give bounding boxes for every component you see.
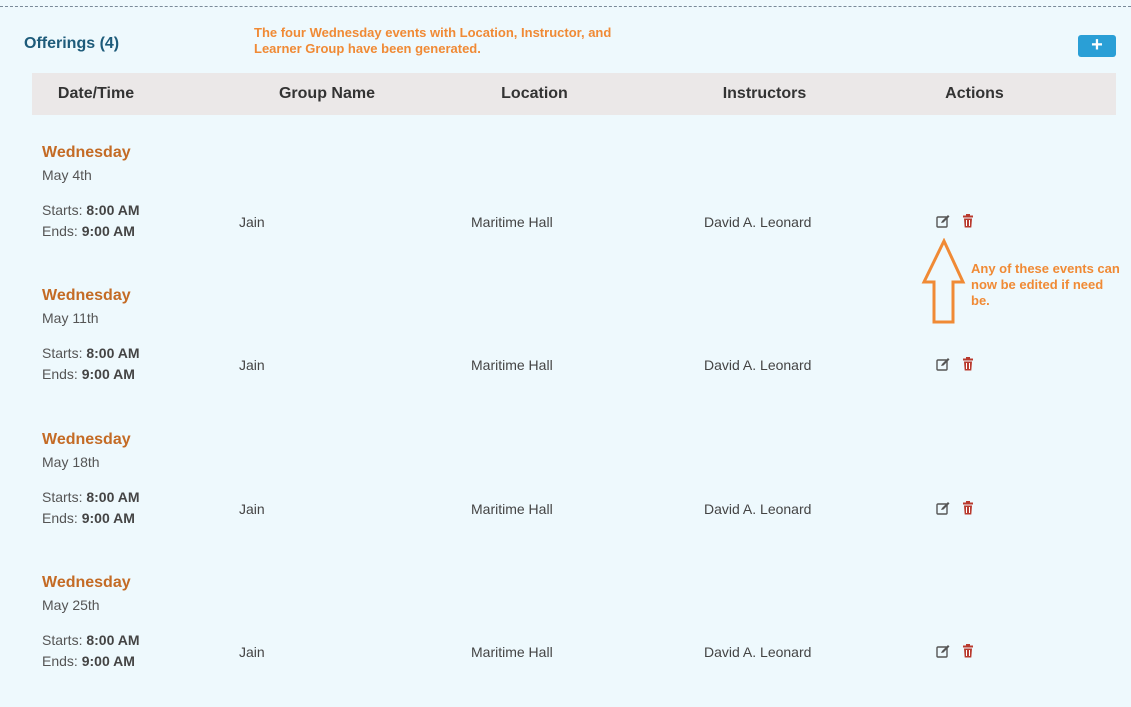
header-location: Location	[501, 85, 568, 102]
start-time: Starts: 8:00 AM	[42, 345, 140, 361]
group-name: Jain	[239, 644, 265, 660]
trash-icon[interactable]	[961, 357, 975, 371]
header-actions: Actions	[945, 85, 1004, 102]
end-time: Ends: 9:00 AM	[42, 653, 135, 669]
add-offering-button[interactable]: +	[1078, 35, 1116, 57]
header-datetime: Date/Time	[57, 85, 135, 102]
edit-icon[interactable]	[936, 357, 950, 371]
edit-icon[interactable]	[936, 214, 950, 228]
instructor: David A. Leonard	[704, 214, 812, 230]
table-header: Date/Time Group Name Location Instructor…	[32, 73, 1116, 115]
instructor: David A. Leonard	[704, 644, 812, 660]
location: Maritime Hall	[471, 644, 553, 660]
edit-icon[interactable]	[936, 501, 950, 515]
end-time: Ends: 9:00 AM	[42, 510, 135, 526]
trash-icon[interactable]	[961, 644, 975, 658]
end-time: Ends: 9:00 AM	[42, 223, 135, 239]
location: Maritime Hall	[471, 501, 553, 517]
start-time: Starts: 8:00 AM	[42, 202, 140, 218]
date-label: May 4th	[42, 167, 92, 183]
start-time: Starts: 8:00 AM	[42, 489, 140, 505]
date-label: May 18th	[42, 454, 100, 470]
location: Maritime Hall	[471, 214, 553, 230]
header-instructors: Instructors	[722, 85, 807, 102]
callout-note: Any of these events can now be edited if…	[971, 261, 1120, 308]
table-row: Wednesday May 18th Starts: 8:00 AM Ends:…	[32, 431, 1116, 551]
top-divider	[0, 6, 1131, 7]
section-title: Offerings (4)	[24, 35, 120, 52]
day-label: Wednesday	[42, 431, 131, 448]
table-row: Wednesday May 25th Starts: 8:00 AM Ends:…	[32, 574, 1116, 694]
group-name: Jain	[239, 501, 265, 517]
day-label: Wednesday	[42, 144, 131, 161]
day-label: Wednesday	[42, 287, 131, 304]
up-arrow-annotation	[921, 238, 966, 324]
date-label: May 11th	[42, 310, 99, 326]
instructor: David A. Leonard	[704, 357, 812, 373]
trash-icon[interactable]	[961, 501, 975, 515]
edit-icon[interactable]	[936, 644, 950, 658]
start-time: Starts: 8:00 AM	[42, 632, 140, 648]
location: Maritime Hall	[471, 357, 553, 373]
date-label: May 25th	[42, 597, 100, 613]
group-name: Jain	[239, 357, 265, 373]
group-name: Jain	[239, 214, 265, 230]
end-time: Ends: 9:00 AM	[42, 366, 135, 382]
instructor: David A. Leonard	[704, 501, 812, 517]
annotation-note: The four Wednesday events with Location,…	[254, 25, 612, 56]
day-label: Wednesday	[42, 574, 131, 591]
trash-icon[interactable]	[961, 214, 975, 228]
header-group-name: Group Name	[278, 85, 375, 102]
